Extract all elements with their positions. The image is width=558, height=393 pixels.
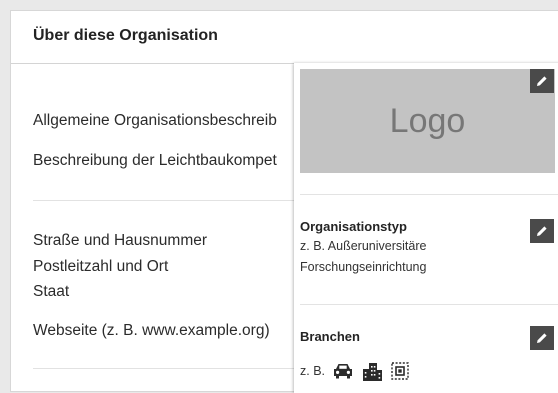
country-field[interactable]: Staat xyxy=(33,283,69,301)
sectors-title: Branchen xyxy=(300,329,360,344)
pencil-icon xyxy=(537,226,547,236)
lightweight-competence-field[interactable]: Beschreibung der Leichtbaukompet xyxy=(33,152,277,170)
edit-logo-button[interactable] xyxy=(530,69,554,93)
logo-placeholder[interactable]: Logo xyxy=(300,69,555,173)
pencil-icon xyxy=(537,333,547,343)
divider xyxy=(33,200,303,201)
website-field[interactable]: Webseite (z. B. www.example.org) xyxy=(33,322,270,340)
edit-sectors-button[interactable] xyxy=(530,326,554,350)
buildings-icon xyxy=(363,363,383,381)
divider xyxy=(33,368,303,369)
pencil-icon xyxy=(537,76,547,86)
postal-city-field[interactable]: Postleitzahl und Ort xyxy=(33,258,168,276)
org-type-example-line2: Forschungseinrichtung xyxy=(300,260,427,274)
car-icon xyxy=(334,364,353,379)
sectors-example-prefix: z. B. xyxy=(300,364,326,378)
org-type-title: Organisationstyp xyxy=(300,219,407,234)
card-title: Über diese Organisation xyxy=(33,27,218,44)
org-type-example-line1: z. B. Außeruniversitäre xyxy=(300,239,427,253)
street-field[interactable]: Straße und Hausnummer xyxy=(33,232,207,250)
section-divider xyxy=(300,194,558,195)
card-header: Über diese Organisation xyxy=(11,11,558,64)
general-description-field[interactable]: Allgemeine Organisationsbeschreib xyxy=(33,112,277,130)
section-divider xyxy=(300,304,558,305)
sectors-example-row: z. B. xyxy=(300,359,411,383)
logo-placeholder-label: Logo xyxy=(389,101,466,140)
organization-profile-panel: Logo Organisationstyp z. B. Außerunivers… xyxy=(294,63,558,393)
edit-org-type-button[interactable] xyxy=(530,219,554,243)
circuit-chip-icon xyxy=(391,362,409,380)
